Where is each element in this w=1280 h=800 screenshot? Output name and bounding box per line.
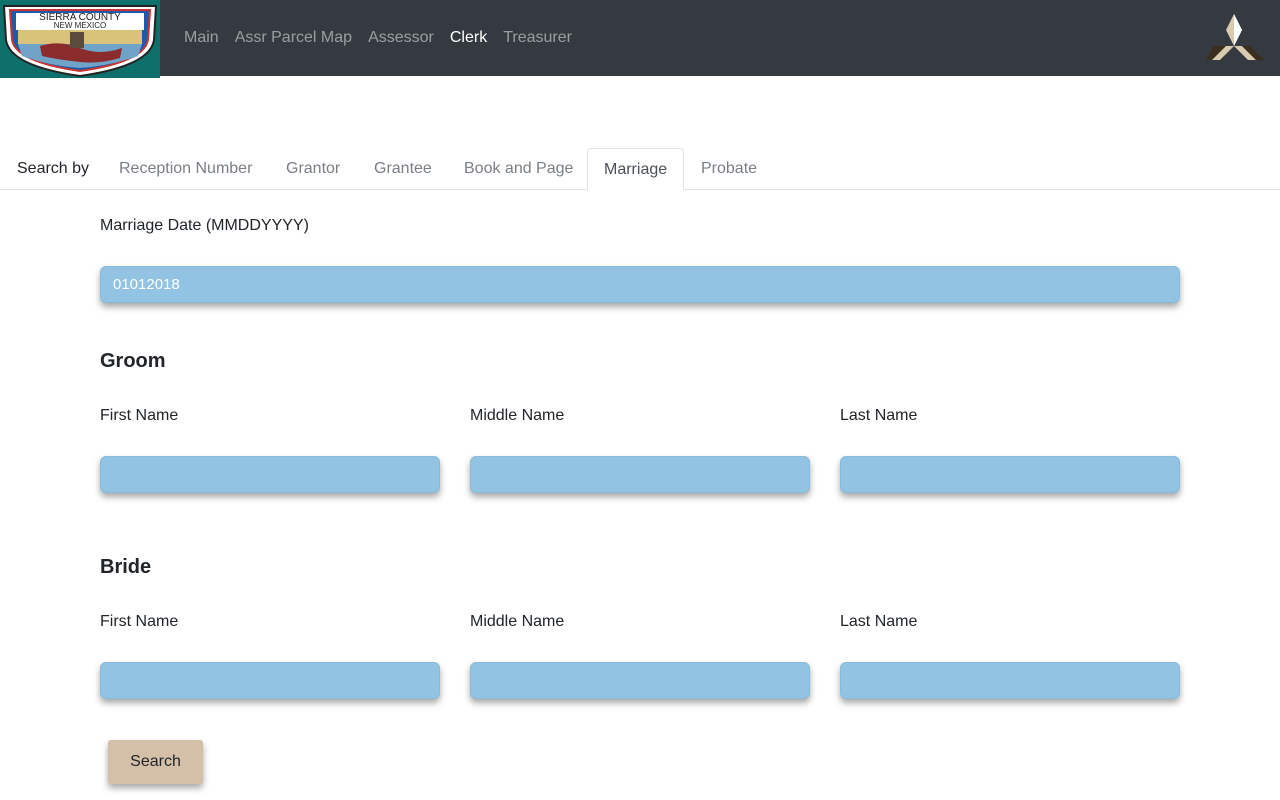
top-navbar: SIERRA COUNTY NEW MEXICO Main Assr Parce…	[0, 0, 1280, 78]
bride-first-name-input[interactable]	[100, 662, 440, 699]
groom-first-name-label: First Name	[100, 407, 179, 424]
search-button[interactable]: Search	[108, 740, 203, 784]
bride-first-name-label: First Name	[100, 613, 179, 630]
nav-link-assessor[interactable]: Assessor	[368, 29, 434, 47]
bride-last-name-label: Last Name	[840, 613, 918, 630]
nav-link-clerk[interactable]: Clerk	[450, 29, 487, 47]
nav-link-assr-parcel-map[interactable]: Assr Parcel Map	[235, 29, 352, 47]
tab-probate[interactable]: Probate	[685, 148, 773, 190]
marriage-date-label: Marriage Date (MMDDYYYY)	[100, 217, 309, 234]
nav-link-treasurer[interactable]: Treasurer	[503, 29, 572, 47]
marriage-date-input[interactable]	[100, 266, 1180, 303]
tab-book-and-page[interactable]: Book and Page	[448, 148, 589, 190]
tab-marriage[interactable]: Marriage	[587, 148, 684, 190]
search-by-label: Search by	[17, 160, 90, 177]
tab-grantee[interactable]: Grantee	[358, 148, 448, 190]
groom-middle-name-input[interactable]	[470, 456, 810, 493]
groom-first-name-input[interactable]	[100, 456, 440, 493]
groom-last-name-input[interactable]	[840, 456, 1180, 493]
bride-last-name-input[interactable]	[840, 662, 1180, 699]
logo-text-bottom: NEW MEXICO	[54, 21, 106, 30]
nav-links: Main Assr Parcel Map Assessor Clerk Trea…	[184, 0, 588, 76]
search-by-tabs: Search by Reception Number Grantor Grant…	[0, 148, 1280, 190]
bride-middle-name-label: Middle Name	[470, 613, 565, 630]
groom-section-title: Groom	[100, 350, 166, 372]
groom-middle-name-label: Middle Name	[470, 407, 565, 424]
tab-reception-number[interactable]: Reception Number	[103, 148, 268, 190]
nav-link-main[interactable]: Main	[184, 29, 219, 47]
bride-middle-name-input[interactable]	[470, 662, 810, 699]
tab-grantor[interactable]: Grantor	[270, 148, 356, 190]
county-seal-logo[interactable]: SIERRA COUNTY NEW MEXICO	[0, 0, 160, 78]
bride-section-title: Bride	[100, 556, 152, 578]
brand-mark-icon[interactable]	[1204, 12, 1264, 62]
groom-last-name-label: Last Name	[840, 407, 918, 424]
